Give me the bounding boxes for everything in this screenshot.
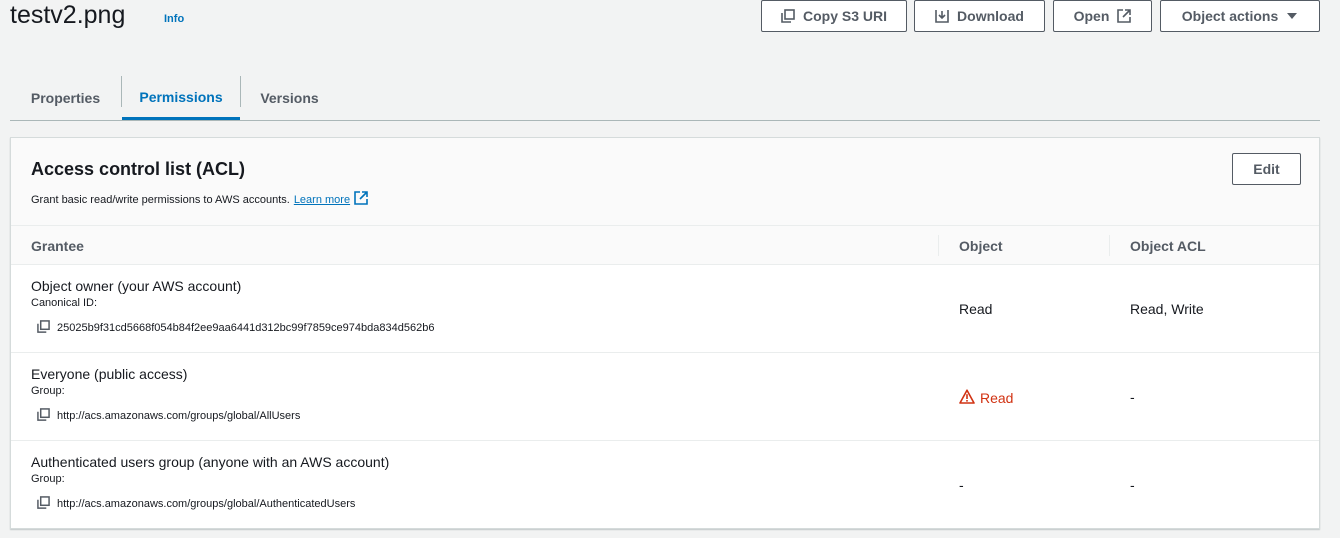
object-permission-value: Read <box>980 390 1014 406</box>
object-acl-permission: - <box>1130 389 1135 405</box>
table-row: Everyone (public access) Group: http://a… <box>11 353 1319 441</box>
copy-icon <box>781 9 795 23</box>
acl-table-header: Grantee Object Object ACL <box>11 226 1319 265</box>
grantee-id: 25025b9f31cd5668f054b84f2ee9aa6441d312bc… <box>37 320 434 336</box>
table-row: Object owner (your AWS account) Canonica… <box>11 265 1319 353</box>
copy-icon[interactable] <box>37 320 50 336</box>
learn-more-link[interactable]: Learn more <box>294 194 350 206</box>
grantee-id: http://acs.amazonaws.com/groups/global/A… <box>37 408 300 424</box>
grantee-name: Authenticated users group (anyone with a… <box>31 454 390 470</box>
grantee-id-value: 25025b9f31cd5668f054b84f2ee9aa6441d312bc… <box>57 322 435 334</box>
object-permission: Read <box>959 301 993 317</box>
object-acl-permission: Read, Write <box>1130 301 1204 317</box>
open-button[interactable]: Open <box>1053 0 1152 32</box>
tab-versions[interactable]: Versions <box>241 76 338 120</box>
tab-properties[interactable]: Properties <box>10 76 121 120</box>
external-link-icon[interactable] <box>354 191 368 208</box>
copy-s3-uri-label: Copy S3 URI <box>802 8 887 24</box>
object-permission: - <box>959 477 964 493</box>
open-label: Open <box>1073 8 1110 24</box>
grantee-name: Object owner (your AWS account) <box>31 278 242 294</box>
acl-description: Grant basic read/write permissions to AW… <box>31 191 368 208</box>
grantee-id-value: http://acs.amazonaws.com/groups/global/A… <box>57 410 301 422</box>
acl-panel: Access control list (ACL) Grant basic re… <box>10 137 1320 529</box>
copy-s3-uri-button[interactable]: Copy S3 URI <box>761 0 907 32</box>
object-title: testv2.png <box>10 1 126 29</box>
caret-down-icon <box>1286 11 1298 21</box>
acl-title: Access control list (ACL) <box>31 159 246 179</box>
grantee-id-value: http://acs.amazonaws.com/groups/global/A… <box>57 498 356 510</box>
edit-acl-button[interactable]: Edit <box>1232 153 1301 185</box>
column-divider <box>1109 235 1110 256</box>
column-divider <box>938 235 939 256</box>
grantee-id-label: Canonical ID: <box>31 297 98 309</box>
column-header-grantee: Grantee <box>31 237 84 254</box>
copy-icon[interactable] <box>37 496 50 512</box>
grantee-name: Everyone (public access) <box>31 366 188 382</box>
info-link[interactable]: Info <box>164 13 184 25</box>
column-header-object: Object <box>959 237 1003 254</box>
download-icon <box>935 9 949 23</box>
object-actions-label: Object actions <box>1181 8 1279 24</box>
download-button[interactable]: Download <box>914 0 1045 32</box>
copy-icon[interactable] <box>37 408 50 424</box>
download-label: Download <box>957 8 1024 24</box>
tab-permissions[interactable]: Permissions <box>122 76 240 120</box>
grantee-id-label: Group: <box>31 473 65 485</box>
object-permission: Read <box>959 389 1013 407</box>
external-link-icon <box>1117 9 1132 23</box>
object-tabs: Properties Permissions Versions <box>10 76 1320 121</box>
warning-icon <box>959 389 975 407</box>
column-header-object-acl: Object ACL <box>1130 237 1206 254</box>
grantee-id: http://acs.amazonaws.com/groups/global/A… <box>37 496 355 512</box>
object-acl-permission: - <box>1130 477 1135 493</box>
object-actions-dropdown[interactable]: Object actions <box>1160 0 1320 32</box>
acl-panel-header: Access control list (ACL) Grant basic re… <box>11 138 1319 226</box>
acl-description-text: Grant basic read/write permissions to AW… <box>31 193 290 206</box>
object-header: testv2.png Info Copy S3 URI Download Ope… <box>0 0 1340 40</box>
grantee-id-label: Group: <box>31 385 65 397</box>
table-row: Authenticated users group (anyone with a… <box>11 441 1319 528</box>
